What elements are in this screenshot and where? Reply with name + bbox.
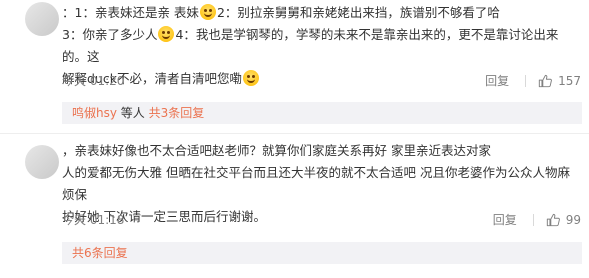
comment-segment: 3：你亲了多少人 [62, 27, 158, 42]
divider [532, 213, 534, 226]
view-more-replies-link[interactable]: 共3条回复 [149, 106, 205, 120]
sub-reply-user[interactable]: 鸣俶hsy [72, 106, 117, 120]
comment-segment: ：1：亲表妹还是亲 表妹 [62, 5, 199, 20]
comment-actions: 回复 157 [485, 72, 581, 89]
reply-button[interactable]: 回复 [493, 211, 517, 228]
sub-replies-box[interactable]: 鸣俶hsy 等人 共3条回复 [62, 102, 582, 124]
like-count: 157 [558, 73, 581, 88]
comment-segment: 2：别拉亲舅舅和亲姥姥出来挡，族谱别不够看了哈 [216, 5, 500, 20]
thumbs-up-icon [538, 74, 552, 87]
grin-emoji-icon [158, 26, 175, 42]
like-button[interactable]: 157 [538, 74, 581, 88]
comment-time: 今天 01:20 [62, 74, 125, 88]
like-count: 99 [565, 212, 581, 227]
comment-line: ，亲表妹好像也不太合适吧赵老师？就算你们家庭关系再好 家里亲近表达对家 [62, 143, 491, 158]
comment-time: 今天 01:18 [62, 213, 125, 227]
view-more-replies-link[interactable]: 共6条回复 [72, 246, 128, 260]
comment-line: 人的爱都无伤大雅 但晒在社交平台而且还大半夜的就不太合适吧 况且你老婆作为公众人… [62, 165, 570, 202]
thumbs-up-icon [546, 213, 560, 226]
sweat-smile-emoji-icon [242, 70, 259, 86]
avatar[interactable] [25, 145, 59, 179]
divider [525, 74, 527, 87]
comment-line: ：1：亲表妹还是亲 表妹 2：别拉亲舅舅和亲姥姥出来挡，族谱别不够看了哈 [62, 2, 582, 24]
reply-button[interactable]: 回复 [485, 72, 509, 89]
comment-actions: 回复 99 [493, 211, 581, 228]
divider [0, 133, 589, 134]
comment-line: 3：你亲了多少人 4：我也是学钢琴的，学琴的未来不是靠亲出来的，更不是靠讨论出来的… [62, 24, 582, 68]
avatar[interactable] [25, 2, 59, 36]
sub-replies-box[interactable]: 共6条回复 [62, 242, 582, 264]
blush-smile-emoji-icon [199, 4, 216, 20]
like-button[interactable]: 99 [546, 213, 581, 227]
sub-reply-text: 等人 [116, 106, 149, 120]
